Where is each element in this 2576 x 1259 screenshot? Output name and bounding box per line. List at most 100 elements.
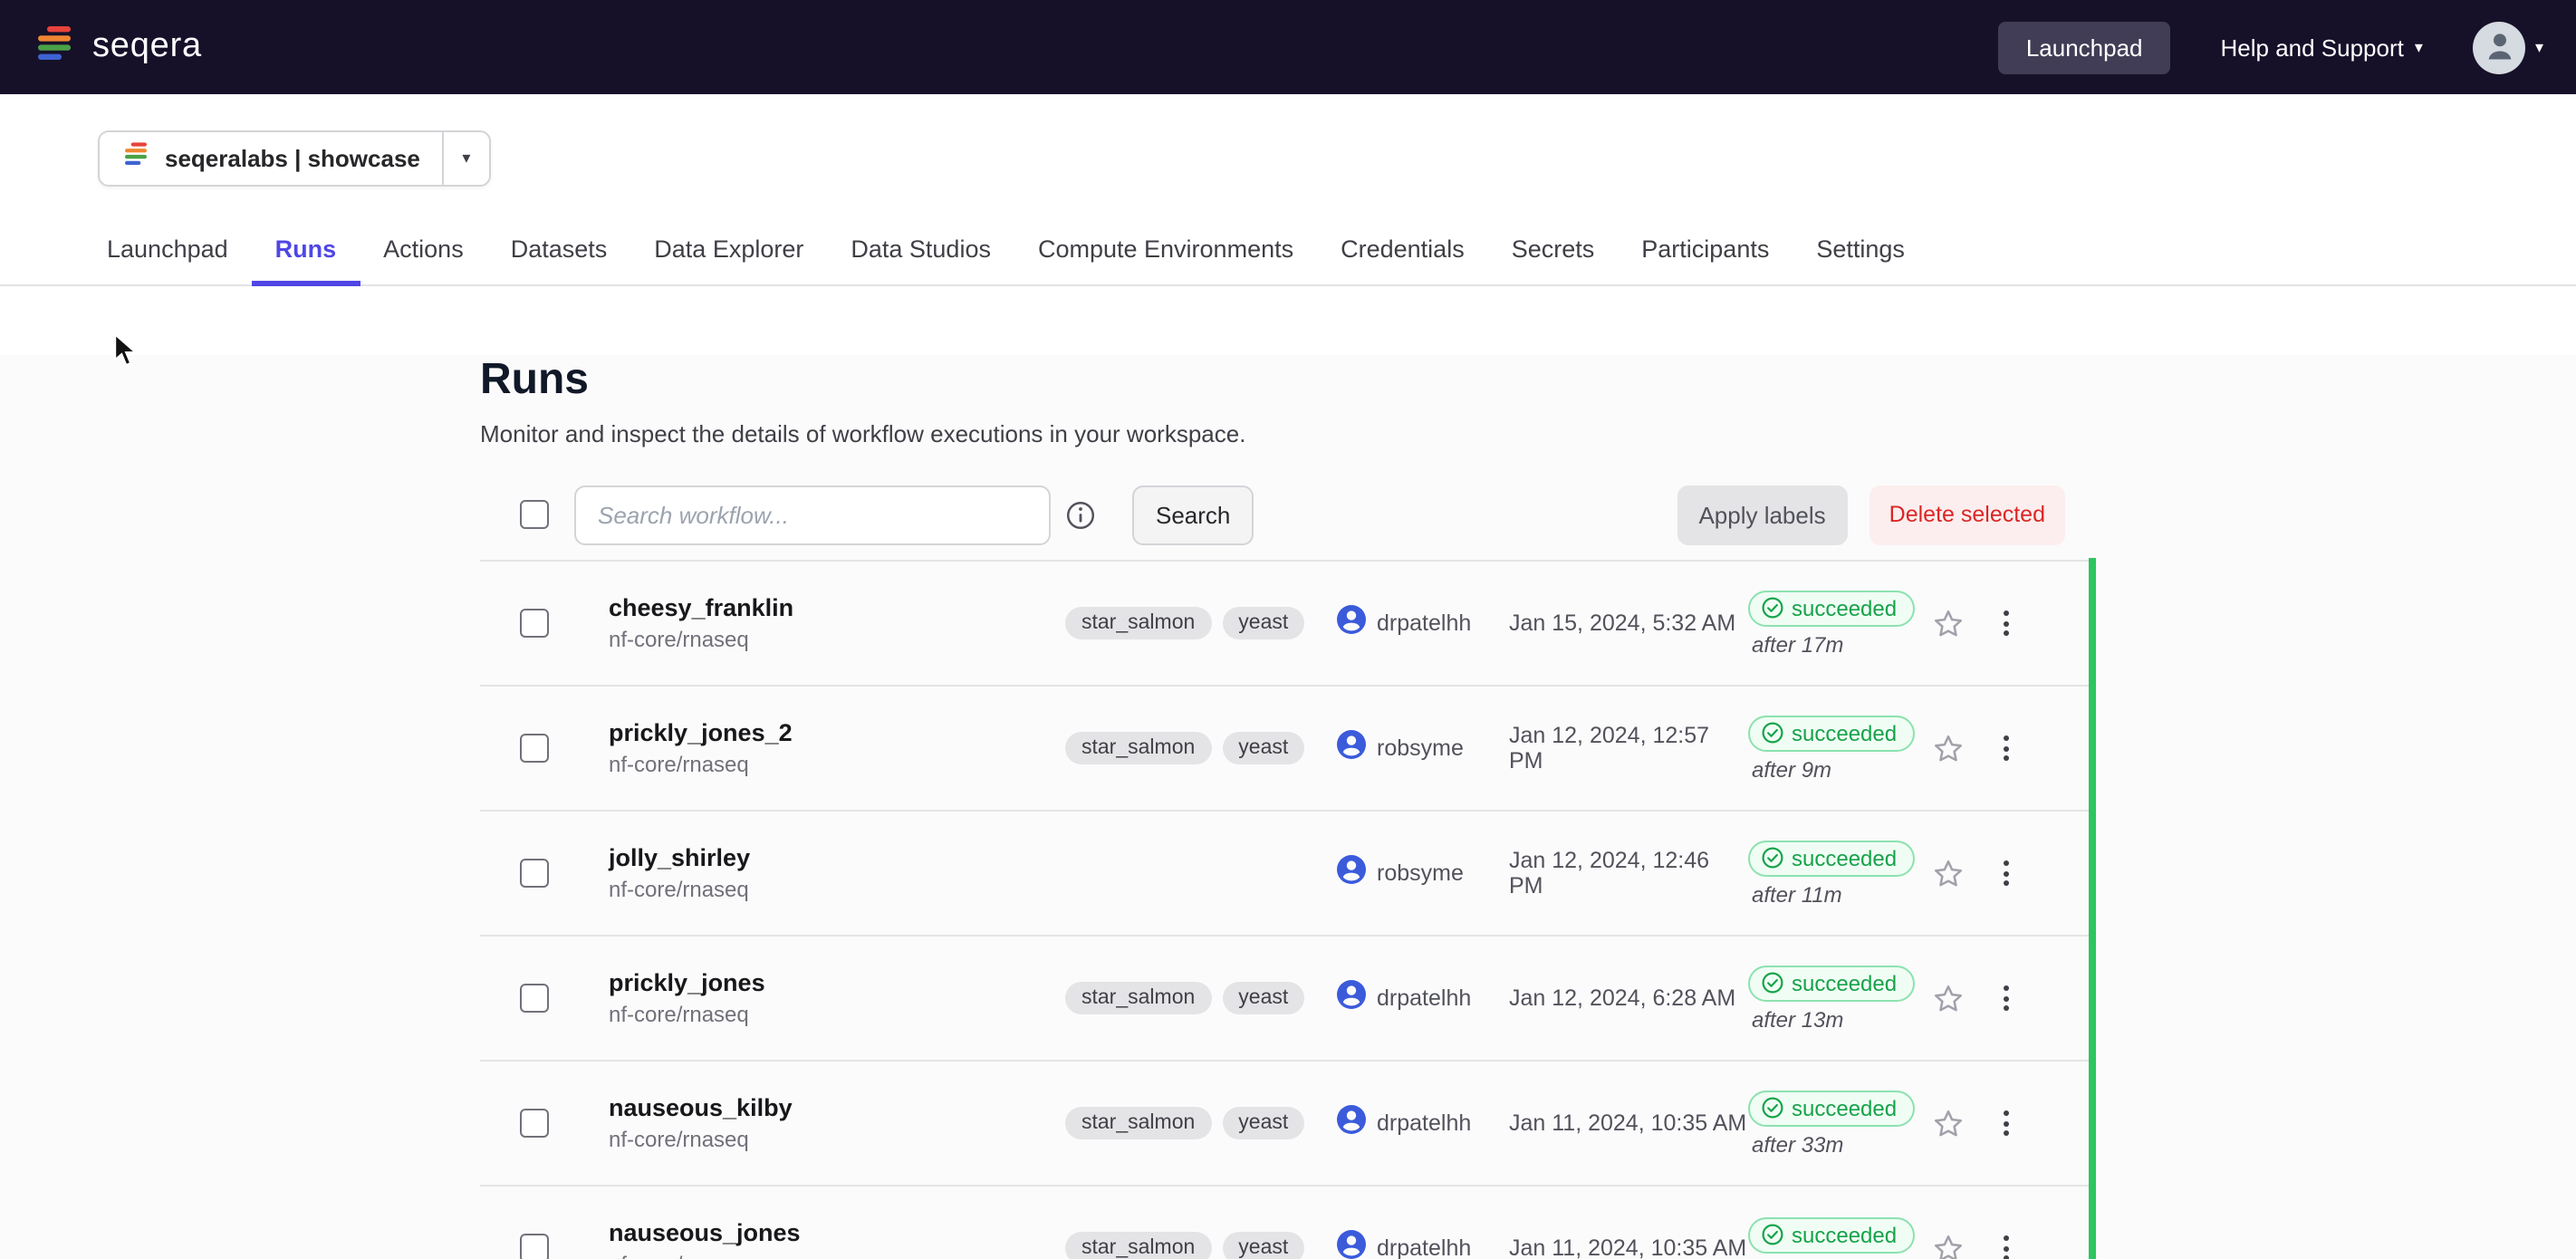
run-user: drpatelhh (1337, 979, 1509, 1017)
user-menu[interactable]: ▾ (2474, 21, 2543, 73)
app: seqera Launchpad Help and Support ▾ ▾ (0, 0, 2576, 1259)
run-checkbox[interactable] (520, 734, 549, 763)
star-button[interactable] (1926, 1101, 1969, 1145)
label-pill: star_salmon (1065, 607, 1211, 639)
run-date: Jan 12, 2024, 6:28 AM (1509, 985, 1748, 1011)
kebab-menu-icon (2003, 610, 2008, 616)
run-user: robsyme (1337, 854, 1509, 892)
user-name: drpatelhh (1377, 985, 1471, 1011)
run-duration: after 17m (1748, 631, 1843, 657)
tab-settings[interactable]: Settings (1793, 212, 1928, 284)
run-row[interactable]: prickly_jones_2 nf-core/rnaseq star_salm… (480, 687, 2092, 812)
run-name[interactable]: nauseous_jones (609, 1219, 1065, 1246)
select-all-checkbox[interactable] (520, 500, 549, 529)
tab-runs[interactable]: Runs (252, 212, 360, 284)
workspace-dropdown-button[interactable]: ▾ (442, 132, 489, 185)
star-button[interactable] (1926, 726, 1969, 770)
run-checkbox[interactable] (520, 859, 549, 888)
kebab-menu-icon (2003, 1235, 2008, 1241)
run-pipeline: nf-core/rnaseq (609, 877, 1065, 902)
chevron-down-icon: ▾ (2535, 39, 2543, 55)
label-pill: yeast (1222, 1232, 1304, 1259)
tab-compute-environments[interactable]: Compute Environments (1014, 212, 1317, 284)
run-name-cell: cheesy_franklin nf-core/rnaseq (609, 594, 1065, 652)
run-row[interactable]: prickly_jones nf-core/rnaseq star_salmon… (480, 937, 2092, 1062)
star-icon (1930, 1231, 1965, 1259)
workspace-header: seqeralabs | showcase ▾ (0, 94, 2576, 187)
run-row[interactable]: jolly_shirley nf-core/rnaseq robsyme Jan… (480, 812, 2092, 937)
run-checkbox[interactable] (520, 1234, 549, 1259)
run-name[interactable]: jolly_shirley (609, 844, 1065, 871)
search-button[interactable]: Search (1132, 485, 1254, 544)
tab-credentials[interactable]: Credentials (1317, 212, 1488, 284)
tab-datasets[interactable]: Datasets (487, 212, 631, 284)
star-button[interactable] (1926, 601, 1969, 645)
row-menu-button[interactable] (1984, 726, 2027, 770)
run-name[interactable]: prickly_jones (609, 969, 1065, 996)
run-status-cell: succeeded (1748, 1216, 1926, 1259)
run-name[interactable]: prickly_jones_2 (609, 719, 1065, 746)
tab-label: Data Explorer (654, 235, 803, 262)
tab-label: Participants (1641, 235, 1769, 262)
launchpad-button[interactable]: Launchpad (1999, 21, 2170, 73)
workspace-selector-main[interactable]: seqeralabs | showcase (100, 132, 442, 185)
tab-data-explorer[interactable]: Data Explorer (630, 212, 827, 284)
tab-label: Actions (383, 235, 464, 262)
tab-data-studios[interactable]: Data Studios (827, 212, 1014, 284)
run-checkbox[interactable] (520, 984, 549, 1013)
runs-toolbar: Search Apply labels Delete selected (480, 484, 2092, 545)
tab-actions[interactable]: Actions (360, 212, 487, 284)
run-row[interactable]: nauseous_kilby nf-core/rnaseq star_salmo… (480, 1062, 2092, 1187)
workspace-selector[interactable]: seqeralabs | showcase ▾ (98, 130, 491, 187)
brand[interactable]: seqera (33, 21, 202, 73)
status-label: succeeded (1792, 720, 1897, 745)
user-name: robsyme (1377, 735, 1464, 761)
row-menu-button[interactable] (1984, 1226, 2027, 1259)
user-name: robsyme (1377, 860, 1464, 886)
row-menu-button[interactable] (1984, 1101, 2027, 1145)
label-pill: yeast (1222, 607, 1304, 639)
run-user: drpatelhh (1337, 1104, 1509, 1142)
run-user: drpatelhh (1337, 604, 1509, 642)
chevron-down-icon: ▾ (462, 150, 470, 167)
run-name-cell: prickly_jones_2 nf-core/rnaseq (609, 719, 1065, 777)
row-menu-button[interactable] (1984, 601, 2027, 645)
row-menu-button[interactable] (1984, 976, 2027, 1020)
tab-participants[interactable]: Participants (1618, 212, 1793, 284)
star-button[interactable] (1926, 1226, 1969, 1259)
run-duration: after 33m (1748, 1131, 1843, 1157)
tab-secrets[interactable]: Secrets (1488, 212, 1619, 284)
delete-selected-button[interactable]: Delete selected (1870, 485, 2065, 544)
apply-labels-button[interactable]: Apply labels (1677, 485, 1847, 544)
row-menu-button[interactable] (1984, 851, 2027, 895)
run-pipeline: nf-core/rnaseq (609, 752, 1065, 777)
tab-label: Launchpad (107, 235, 228, 262)
run-duration: after 13m (1748, 1006, 1843, 1032)
user-icon (1337, 604, 1366, 642)
check-circle-icon (1761, 846, 1784, 870)
tab-launchpad[interactable]: Launchpad (83, 212, 252, 284)
run-date: Jan 11, 2024, 10:35 AM (1509, 1110, 1748, 1136)
search-input[interactable] (574, 485, 1051, 544)
info-icon[interactable] (1065, 499, 1096, 530)
run-status-cell: succeeded after 17m (1748, 590, 1926, 657)
run-pipeline: nf-core/rnaseq (609, 1002, 1065, 1027)
help-and-support-menu[interactable]: Help and Support ▾ (2221, 34, 2423, 61)
run-checkbox[interactable] (520, 1109, 549, 1138)
run-checkbox[interactable] (520, 609, 549, 638)
run-row[interactable]: cheesy_franklin nf-core/rnaseq star_salm… (480, 562, 2092, 687)
workspace-name: seqeralabs | showcase (165, 145, 420, 172)
page-subtitle: Monitor and inspect the details of workf… (480, 420, 2092, 447)
star-button[interactable] (1926, 976, 1969, 1020)
check-circle-icon (1761, 1223, 1784, 1246)
run-name[interactable]: nauseous_kilby (609, 1094, 1065, 1121)
run-list: cheesy_franklin nf-core/rnaseq star_salm… (480, 560, 2092, 1259)
green-status-strip (2089, 558, 2096, 1259)
run-name-cell: nauseous_jones nf-core/rnaseq (609, 1219, 1065, 1259)
run-name[interactable]: cheesy_franklin (609, 594, 1065, 621)
user-icon (1337, 729, 1366, 767)
run-row[interactable]: nauseous_jones nf-core/rnaseq star_salmo… (480, 1187, 2092, 1259)
star-button[interactable] (1926, 851, 1969, 895)
run-pipeline: nf-core/rnaseq (609, 1127, 1065, 1152)
run-pipeline: nf-core/rnaseq (609, 627, 1065, 652)
